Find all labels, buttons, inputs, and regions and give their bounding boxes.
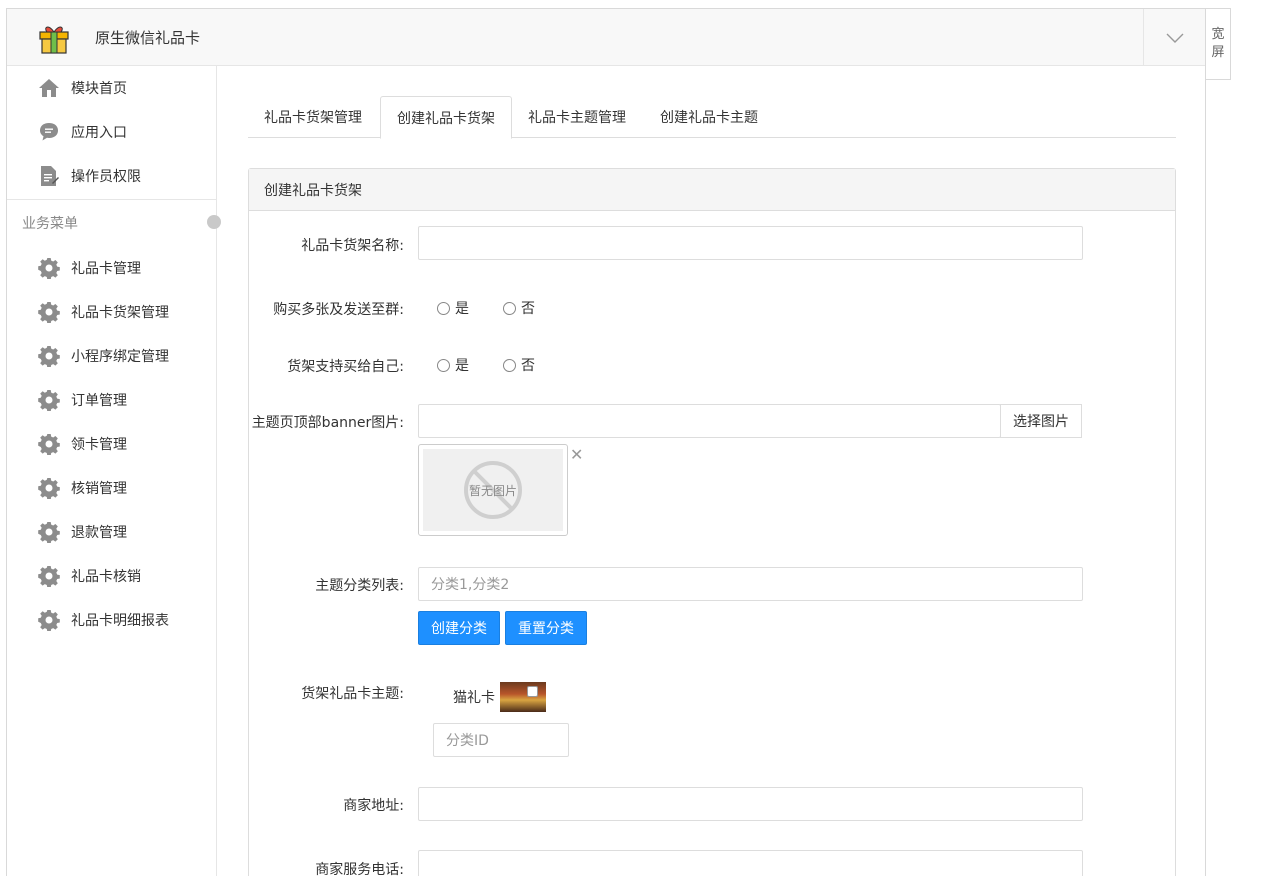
buy-multiple-no-radio[interactable]: 否: [503, 298, 535, 318]
chat-bubble-icon: [38, 121, 60, 143]
shelf-name-input[interactable]: [418, 226, 1083, 260]
sidebar-section-label: 业务菜单: [22, 216, 78, 232]
sidebar-item-redemption-management[interactable]: 核销管理: [7, 466, 216, 510]
sidebar-item-label: 应用入口: [71, 125, 127, 141]
gear-icon: [38, 345, 60, 367]
create-shelf-panel: 创建礼品卡货架 礼品卡货架名称: 购买多张及发送至群: 是 否 货架支持买给自己…: [248, 168, 1176, 876]
sidebar-item-detail-report[interactable]: 礼品卡明细报表: [7, 598, 216, 642]
sidebar-item-label: 核销管理: [71, 481, 127, 497]
radio-circle: [503, 358, 516, 372]
sidebar-item-label: 礼品卡货架管理: [71, 305, 169, 321]
radio-circle: [437, 358, 450, 372]
radio-label: 是: [455, 358, 469, 374]
no-image-text: 暂无图片: [468, 483, 517, 498]
sidebar-item-miniprogram-binding[interactable]: 小程序绑定管理: [7, 334, 216, 378]
reset-category-button[interactable]: 重置分类: [505, 611, 587, 645]
gear-icon: [38, 301, 60, 323]
banner-label: 主题页顶部banner图片:: [251, 415, 404, 431]
wide-screen-char: 屏: [1211, 45, 1225, 60]
categories-label: 主题分类列表:: [315, 578, 404, 594]
gear-icon: [38, 565, 60, 587]
sidebar-divider: [7, 199, 216, 200]
sidebar-section-business-menu[interactable]: 业务菜单: [22, 213, 221, 233]
sidebar-item-operator-permissions[interactable]: 操作员权限: [7, 154, 216, 198]
header-collapse-toggle[interactable]: [1143, 9, 1205, 66]
sidebar-item-card-redemption[interactable]: 礼品卡核销: [7, 554, 216, 598]
tab-theme-management[interactable]: 礼品卡主题管理: [512, 96, 642, 138]
sidebar: 模块首页 应用入口 操作员权限 业务菜单 礼品卡管理 礼品卡货架管理 小程序绑定…: [7, 66, 221, 876]
merchant-phone-label: 商家服务电话:: [315, 862, 404, 876]
document-edit-icon: [38, 165, 60, 187]
tab-label: 礼品卡货架管理: [264, 110, 362, 126]
tab-create-theme[interactable]: 创建礼品卡主题: [644, 96, 774, 138]
sidebar-item-card-claims[interactable]: 领卡管理: [7, 422, 216, 466]
gear-icon: [38, 477, 60, 499]
buy-for-self-yes-radio[interactable]: 是: [437, 355, 469, 375]
tab-label: 礼品卡主题管理: [528, 110, 626, 126]
buy-multiple-yes-radio[interactable]: 是: [437, 298, 469, 318]
chevron-down-icon: [1166, 33, 1183, 43]
gear-icon: [38, 257, 60, 279]
gear-icon: [38, 609, 60, 631]
gear-icon: [38, 389, 60, 411]
app-frame: 原生微信礼品卡 模块首页 应用入口 操作员权限 业务菜单 礼品卡管理 礼品卡货架…: [6, 8, 1206, 876]
theme-checkbox[interactable]: [527, 686, 538, 697]
categories-input[interactable]: 分类1,分类2: [418, 567, 1083, 601]
radio-label: 是: [455, 301, 469, 317]
home-icon: [38, 77, 60, 99]
create-category-button[interactable]: 创建分类: [418, 611, 500, 645]
sidebar-item-label: 领卡管理: [71, 437, 127, 453]
radio-label: 否: [521, 358, 535, 374]
sidebar-item-label: 小程序绑定管理: [71, 349, 169, 365]
buy-for-self-label: 货架支持买给自己:: [287, 359, 404, 375]
sidebar-item-label: 订单管理: [71, 393, 127, 409]
buy-for-self-no-radio[interactable]: 否: [503, 355, 535, 375]
wide-screen-toggle[interactable]: 宽 屏: [1206, 8, 1231, 80]
sidebar-item-label: 操作员权限: [71, 169, 141, 185]
gear-icon: [38, 521, 60, 543]
radio-circle: [503, 301, 516, 315]
merchant-address-input[interactable]: [418, 787, 1083, 821]
radio-label: 否: [521, 301, 535, 317]
category-id-input[interactable]: 分类ID: [433, 723, 569, 757]
sidebar-item-label: 礼品卡核销: [71, 569, 141, 585]
tab-create-shelf[interactable]: 创建礼品卡货架: [380, 96, 512, 139]
sidebar-item-module-home[interactable]: 模块首页: [7, 66, 216, 110]
sidebar-item-gift-card-management[interactable]: 礼品卡管理: [7, 246, 216, 290]
no-image-placeholder: 暂无图片: [423, 449, 563, 531]
gift-icon: [39, 26, 69, 54]
sidebar-item-label: 退款管理: [71, 525, 127, 541]
buy-multiple-label: 购买多张及发送至群:: [273, 302, 404, 318]
banner-preview: 暂无图片: [418, 444, 568, 536]
theme-thumbnail[interactable]: [500, 682, 546, 712]
tab-label: 创建礼品卡主题: [660, 110, 758, 126]
wide-screen-char: 宽: [1211, 27, 1225, 42]
theme-name: 猫礼卡: [453, 690, 495, 706]
radio-circle: [437, 301, 450, 315]
sidebar-item-label: 礼品卡明细报表: [71, 613, 169, 629]
banner-url-input[interactable]: [418, 404, 1001, 438]
close-icon[interactable]: ✕: [570, 445, 583, 464]
top-header: 原生微信礼品卡: [7, 9, 1205, 66]
sidebar-item-label: 模块首页: [71, 81, 127, 97]
tab-bar: 礼品卡货架管理 创建礼品卡货架 礼品卡主题管理 创建礼品卡主题: [248, 96, 1176, 139]
sidebar-item-app-entry[interactable]: 应用入口: [7, 110, 216, 154]
choose-image-button[interactable]: 选择图片: [1000, 404, 1082, 438]
sidebar-item-shelf-management[interactable]: 礼品卡货架管理: [7, 290, 216, 334]
sidebar-item-refunds[interactable]: 退款管理: [7, 510, 216, 554]
sidebar-item-orders[interactable]: 订单管理: [7, 378, 216, 422]
app-title: 原生微信礼品卡: [95, 29, 201, 47]
merchant-address-label: 商家地址:: [343, 798, 404, 814]
sidebar-item-label: 礼品卡管理: [71, 261, 141, 277]
tab-shelf-management[interactable]: 礼品卡货架管理: [248, 96, 378, 138]
tab-label: 创建礼品卡货架: [397, 110, 495, 127]
panel-title: 创建礼品卡货架: [249, 169, 1175, 211]
gear-icon: [38, 433, 60, 455]
merchant-phone-input[interactable]: [418, 850, 1083, 876]
main-content: 礼品卡货架管理 创建礼品卡货架 礼品卡主题管理 创建礼品卡主题 创建礼品卡货架 …: [217, 66, 1205, 876]
themes-label: 货架礼品卡主题:: [301, 686, 404, 702]
shelf-name-label: 礼品卡货架名称:: [301, 238, 404, 254]
